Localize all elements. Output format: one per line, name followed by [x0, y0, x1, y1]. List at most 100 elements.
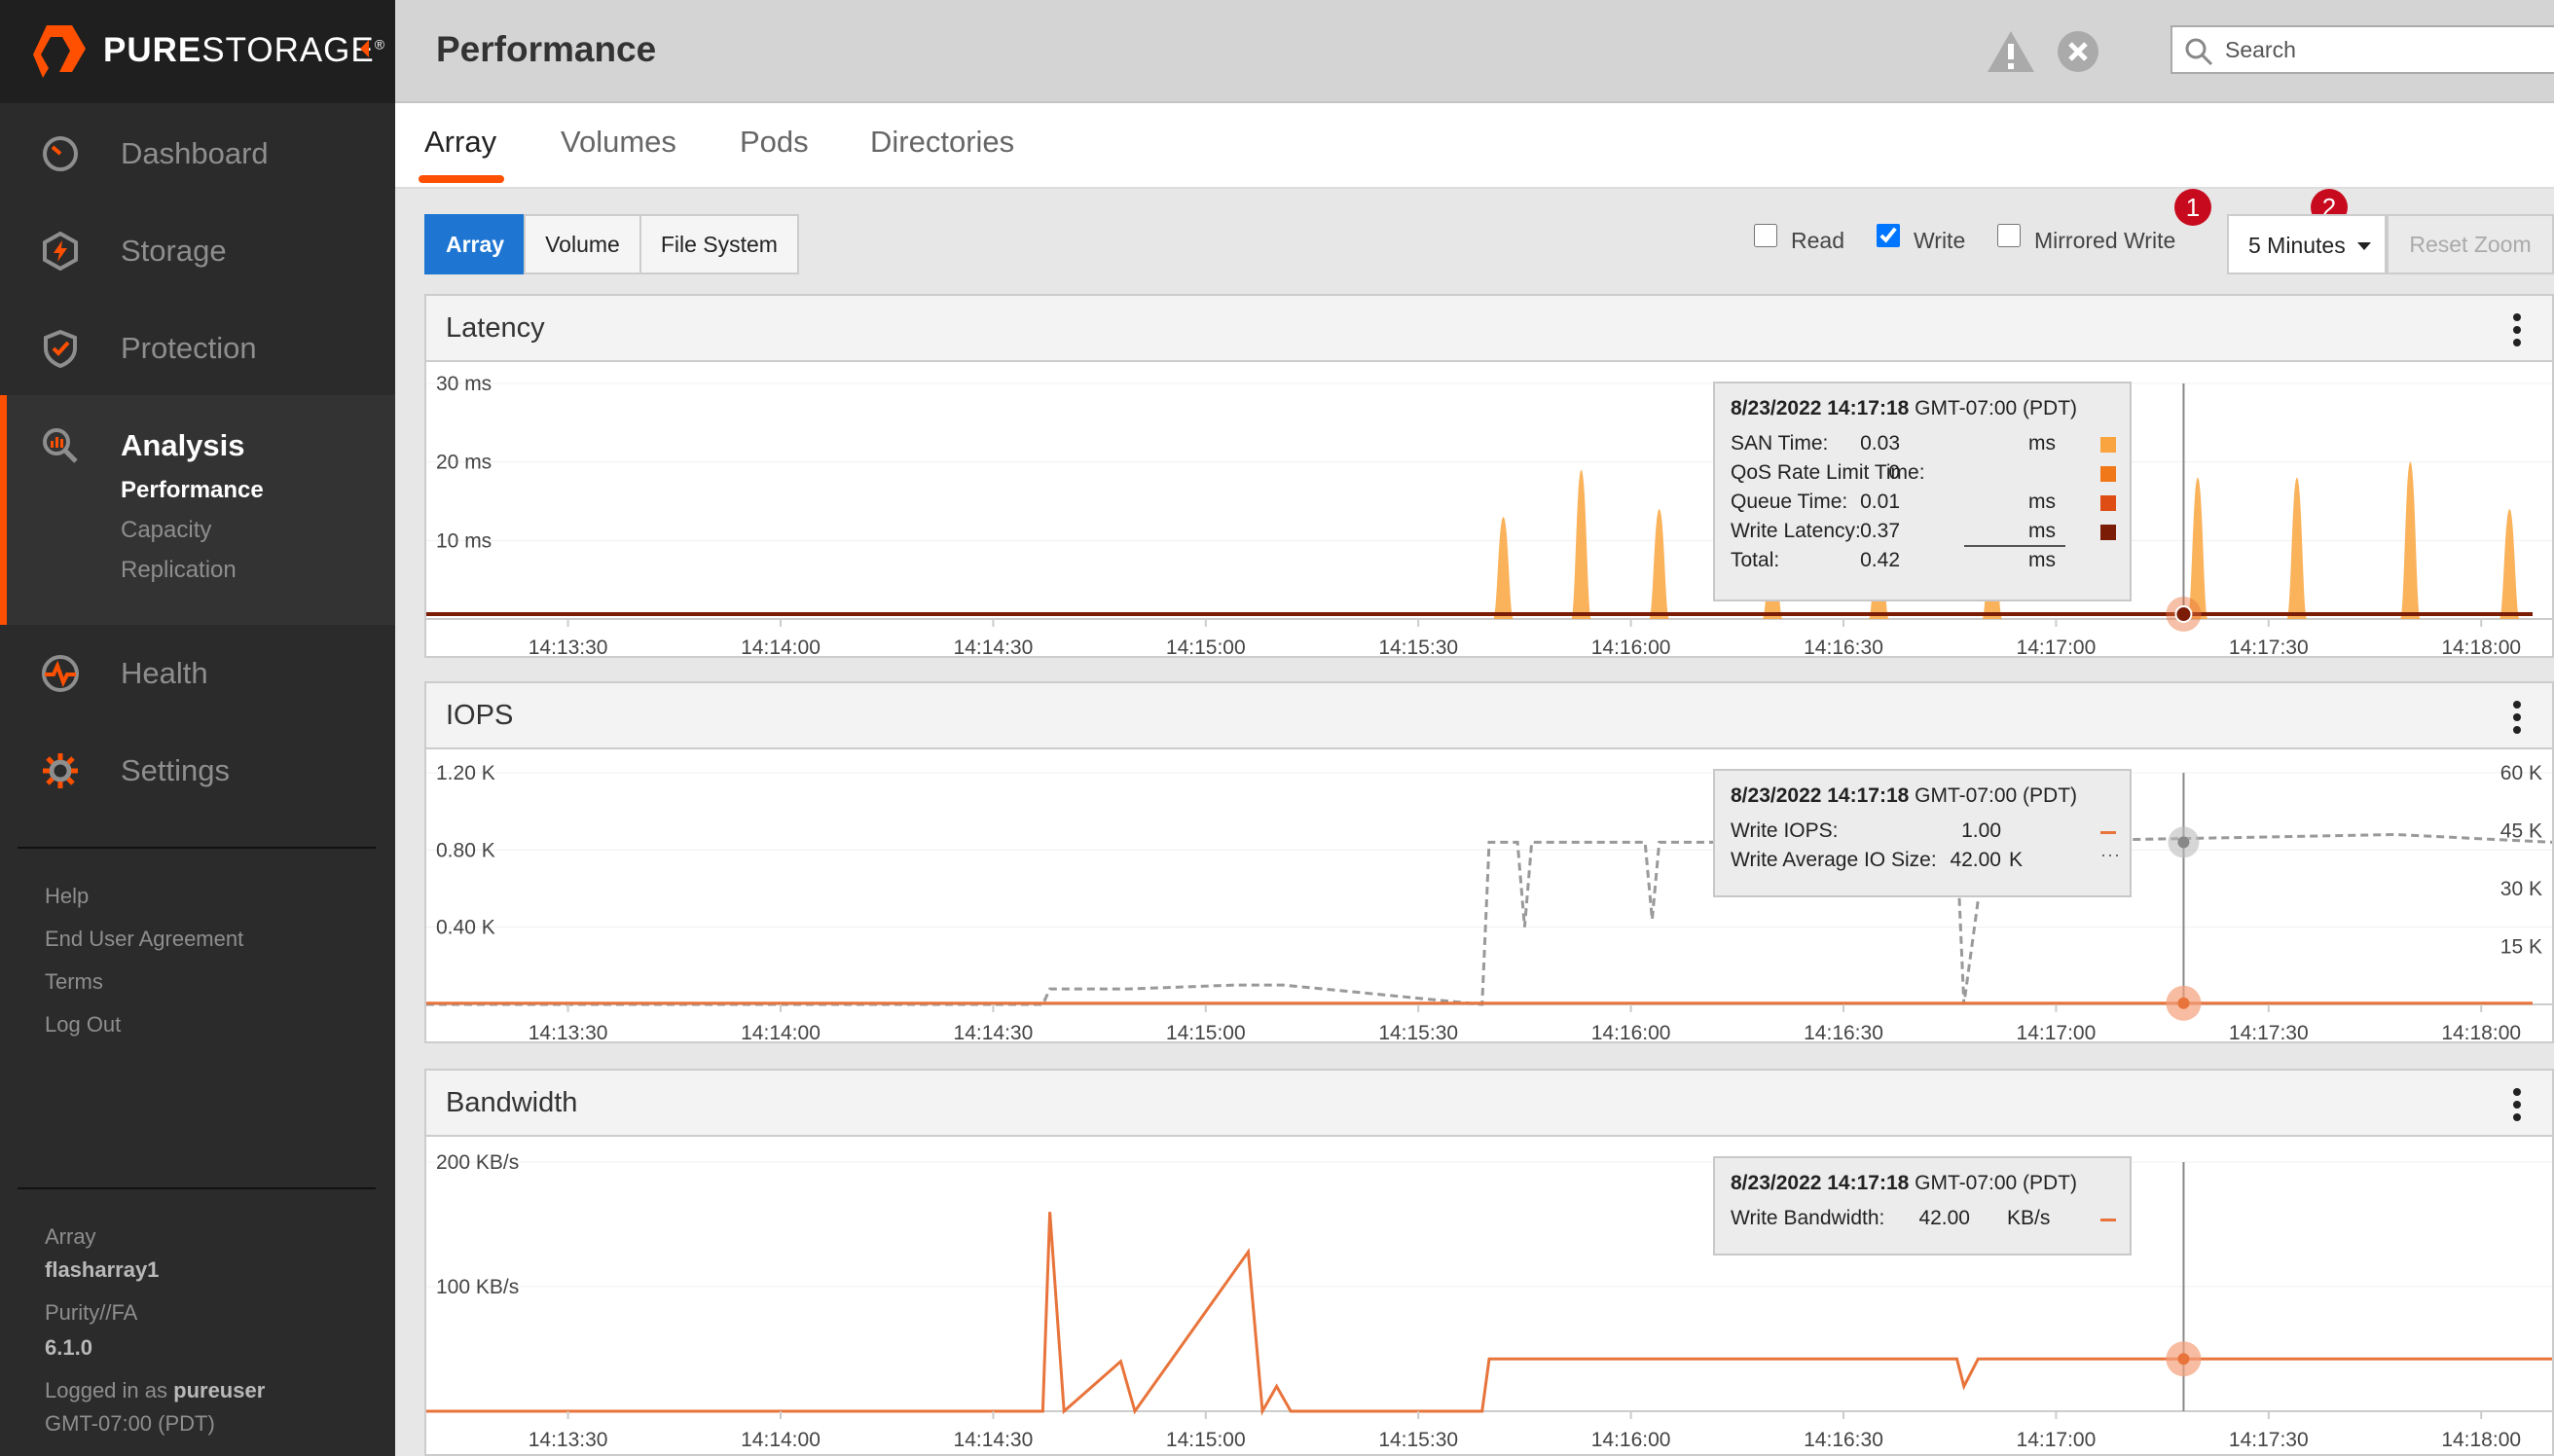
scope-volume-button[interactable]: Volume — [524, 214, 641, 274]
iops-panel-header: IOPS — [426, 683, 2552, 749]
write-bandwidth-line — [426, 1212, 2552, 1416]
sidebar: PURESTORAGE® Dashboard Storage Protectio… — [0, 0, 395, 1456]
bandwidth-chart[interactable]: 200 KB/s 100 KB/s 14:13:30 14:14:00 14:14:30… — [426, 1137, 2552, 1456]
tab-bar: Array Volumes Pods Directories — [395, 103, 2554, 189]
san-time-spike — [1571, 469, 1591, 619]
tooltip-row-value: 42.00 — [1950, 849, 2001, 871]
bandwidth-tooltip: 8/23/2022 14:17:18 GMT-07:00 (PDT) Write… — [1713, 1156, 2132, 1256]
heartbeat-icon — [42, 655, 79, 692]
x-tick-label: 14:16:00 — [1591, 637, 1671, 658]
read-checkbox[interactable] — [1754, 223, 1777, 247]
tab-array[interactable]: Array — [424, 125, 496, 160]
x-tick-label: 14:17:00 — [2017, 1429, 2097, 1451]
nav-settings-label: Settings — [121, 753, 231, 787]
latency-chart[interactable]: 30 ms 20 ms 10 ms 14:13:30 14:14:00 14:14:30 1… — [426, 362, 2552, 658]
callout-badge-1: 1 — [2174, 189, 2211, 226]
brand-name: PURESTORAGE® — [103, 31, 386, 69]
write-avg-io-size-line — [426, 832, 2552, 1006]
mirrored-write-checkbox[interactable] — [1997, 223, 2021, 247]
help-link[interactable]: Help — [45, 884, 89, 909]
tab-directories[interactable]: Directories — [870, 125, 1014, 160]
tooltip-row-value: 0.03 — [1860, 432, 1900, 455]
x-tick-label: 14:14:00 — [741, 1022, 821, 1043]
nav-health[interactable]: Health — [0, 623, 395, 720]
write-toggle[interactable]: Write — [1877, 222, 1965, 253]
nav-settings[interactable]: Settings — [0, 720, 395, 818]
latency-title: Latency — [446, 312, 545, 344]
close-circle-icon[interactable] — [2056, 29, 2100, 74]
x-tick-label: 14:14:30 — [954, 1429, 1034, 1451]
x-tick-label: 14:14:30 — [954, 1022, 1034, 1043]
subnav-capacity[interactable]: Capacity — [121, 517, 211, 544]
x-tick-label: 14:16:00 — [1591, 1429, 1671, 1451]
header: Performance — [395, 0, 2554, 103]
latency-tooltip: 8/23/2022 14:17:18 GMT-07:00 (PDT) SAN T… — [1713, 382, 2132, 601]
logout-link[interactable]: Log Out — [45, 1012, 121, 1037]
tooltip-row-unit: ms — [2028, 520, 2056, 542]
subnav-performance[interactable]: Performance — [121, 477, 264, 504]
bandwidth-title: Bandwidth — [446, 1087, 578, 1118]
time-range-value: 5 Minutes — [2248, 233, 2346, 258]
array-name: flasharray1 — [45, 1257, 160, 1282]
tab-pods[interactable]: Pods — [740, 125, 809, 160]
y-tick-label: 1.20 K — [436, 762, 495, 784]
sidebar-divider — [18, 847, 376, 849]
search-input[interactable] — [2225, 35, 2546, 64]
san-time-spike — [2286, 477, 2307, 619]
scope-array-button[interactable]: Array — [424, 214, 527, 274]
terms-link[interactable]: Terms — [45, 969, 103, 995]
legend-line-icon — [2100, 831, 2116, 834]
performance-content: Array Volume File System Read 1 Write 2 … — [395, 189, 2554, 1456]
cursor-marker — [2177, 836, 2190, 849]
tooltip-header: 8/23/2022 14:17:18 GMT-07:00 (PDT) — [1731, 1172, 2078, 1194]
y-tick-label: 10 ms — [436, 529, 492, 552]
sidebar-divider — [18, 1187, 376, 1189]
nav-analysis-label: Analysis — [121, 428, 245, 462]
mirrored-write-toggle[interactable]: Mirrored Write — [1997, 222, 2175, 253]
brand-logo[interactable]: PURESTORAGE® — [0, 0, 395, 103]
x-tick-label: 14:15:00 — [1166, 637, 1246, 658]
write-checkbox[interactable] — [1877, 223, 1900, 247]
bandwidth-panel-header: Bandwidth — [426, 1071, 2552, 1137]
iops-kebab-menu-icon[interactable] — [2513, 701, 2523, 734]
x-tick-label: 14:16:30 — [1804, 1022, 1883, 1043]
y-tick-label: 0.40 K — [436, 917, 495, 939]
x-tick-label: 14:18:00 — [2441, 1429, 2521, 1451]
collapse-arrow-icon[interactable] — [360, 40, 369, 57]
search-icon — [2185, 38, 2213, 66]
nav-health-label: Health — [121, 656, 208, 690]
nav-storage-label: Storage — [121, 234, 227, 268]
scope-filesystem-button[interactable]: File System — [638, 214, 799, 274]
purity-version: 6.1.0 — [45, 1335, 92, 1360]
iops-panel: IOPS 1.20 K 0.80 K 0.40 K 60 K 45 K 30 K 15 K1… — [424, 681, 2554, 1043]
search-box — [2171, 25, 2554, 74]
x-tick-label: 14:13:30 — [529, 637, 608, 658]
y-tick-label: 15 K — [2500, 936, 2542, 959]
nav-analysis[interactable]: Analysis Performance Capacity Replicatio… — [0, 395, 395, 625]
subnav-replication[interactable]: Replication — [121, 557, 237, 584]
nav-dashboard[interactable]: Dashboard — [0, 103, 395, 200]
x-tick-label: 14:17:30 — [2229, 1022, 2309, 1043]
time-range-select[interactable]: 5 Minutes — [2227, 214, 2387, 274]
iops-chart[interactable]: 1.20 K0.80 K0.40 K60 K45 K30 K15 K14:13:… — [426, 749, 2552, 1043]
tooltip-row-unit: ms — [2028, 549, 2056, 571]
end-user-agreement-link[interactable]: End User Agreement — [45, 927, 243, 952]
reset-zoom-button[interactable]: Reset Zoom — [2387, 214, 2554, 274]
nav-dashboard-label: Dashboard — [121, 136, 269, 170]
bandwidth-kebab-menu-icon[interactable] — [2513, 1088, 2523, 1121]
scope-segmented-control: Array Volume File System — [424, 214, 799, 274]
read-toggle[interactable]: Read — [1754, 222, 1844, 253]
chevron-down-icon — [2357, 242, 2371, 250]
iops-title: IOPS — [446, 700, 514, 731]
page-title: Performance — [436, 29, 657, 69]
latency-panel: Latency 30 ms 20 ms 10 ms 14:13:30 14:14:00 1… — [424, 294, 2554, 658]
nav-protection[interactable]: Protection — [0, 298, 395, 395]
latency-kebab-menu-icon[interactable] — [2513, 313, 2523, 346]
logged-in-as: Logged in as pureuser — [45, 1378, 266, 1402]
tab-volumes[interactable]: Volumes — [561, 125, 676, 160]
tooltip-row-label: Write Latency: — [1731, 520, 1861, 542]
nav-storage[interactable]: Storage — [0, 200, 395, 298]
tooltip-row-label: Write Average IO Size: — [1731, 849, 1937, 871]
alert-warning-icon[interactable] — [1986, 29, 2036, 74]
nav-protection-label: Protection — [121, 331, 257, 365]
